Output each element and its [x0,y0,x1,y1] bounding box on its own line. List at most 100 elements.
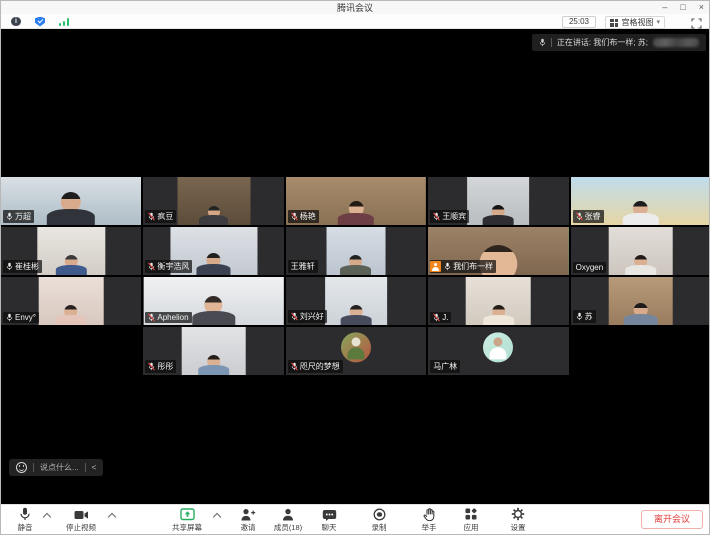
participant-tile[interactable]: 万超 [1,177,141,225]
mic-muted-icon [148,212,155,221]
mute-button[interactable]: 静音 [0,508,51,533]
participant-name: 疯豆 [157,211,173,222]
topbar: i 25:03 宫格视图 ▾ [1,14,709,29]
collapse-chat-button[interactable]: < [92,463,97,472]
participant-video [608,277,673,325]
apps-button[interactable]: 应用 [445,508,497,533]
participant-name: Envy° [15,313,36,322]
record-label: 录制 [372,522,387,533]
participant-name-chip: 咫尺的梦想 [288,360,343,373]
participant-avatar [483,332,513,362]
share-screen-icon [180,508,195,521]
video-options-chevron[interactable] [108,513,116,521]
video-grid: 万超 疯豆 杨艳 王顺宾 张睿崔桂彬衡宇浩风 王雅轩我们布一样 Oxygen Envy° Aph… [1,177,710,375]
view-switch-button[interactable]: 宫格视图 ▾ [605,16,665,29]
security-shield-icon[interactable] [35,17,45,27]
apps-label: 应用 [464,522,479,533]
meeting-window: 腾讯会议 – □ × i 25:03 宫格视图 ▾ 正在讲话: 我们布一样; 苏… [0,0,710,535]
mute-label: 静音 [18,522,33,533]
mic-muted-icon [433,313,440,322]
participant-name-chip: Envy° [3,312,39,323]
participant-name-chip: 万超 [3,210,34,223]
mic-muted-icon [291,212,298,221]
participant-video [466,277,531,325]
participant-tile[interactable]: 彤彤 [143,327,283,375]
participant-name: 彤彤 [157,361,173,372]
record-button[interactable]: 录制 [353,508,405,533]
participant-video [181,327,246,375]
chat-button[interactable]: 聊天 [303,508,355,533]
participant-tile[interactable]: 王雅轩 [286,227,426,275]
participant-tile[interactable]: 咫尺的梦想 [286,327,426,375]
participant-tile[interactable]: 我们布一样 [428,227,568,275]
participant-avatar [341,332,371,362]
participant-tile[interactable]: 崔桂彬 [1,227,141,275]
participant-name-chip: Aphelion [145,312,191,323]
camera-icon [74,508,89,521]
share-options-chevron[interactable] [213,513,221,521]
participant-tile[interactable]: Oxygen [571,227,710,275]
participant-name: 苏 [585,311,593,322]
participant-video [608,227,673,275]
participant-name-chip: 彤彤 [145,360,176,373]
participant-tile[interactable]: 苏 [571,277,710,325]
fullscreen-button[interactable] [691,16,702,27]
close-button[interactable]: × [699,1,704,14]
mic-muted-icon [148,362,155,371]
participant-name-chip: 刘兴好 [288,310,327,323]
participant-video [327,227,386,275]
chat-label: 聊天 [322,522,337,533]
raise-hand-label: 举手 [422,522,437,533]
emoji-icon[interactable] [16,462,27,473]
invite-person-icon [240,508,256,521]
participant-name: 杨艳 [300,211,316,222]
invite-label: 邀请 [241,522,256,533]
participant-name: 衡宇浩风 [157,261,189,272]
maximize-button[interactable]: □ [680,1,685,14]
minimize-button[interactable]: – [662,1,667,14]
participant-tile[interactable]: 刘兴好 [286,277,426,325]
mic-muted-icon [433,212,440,221]
participant-name: Oxygen [576,263,604,272]
share-screen-button[interactable]: 共享屏幕 [161,508,213,533]
participant-tile[interactable]: J. [428,277,568,325]
participant-tile[interactable]: 王顺宾 [428,177,568,225]
participant-video [468,177,530,225]
mic-muted-icon [291,312,298,321]
participant-name-chip: 苏 [573,310,596,323]
participant-name-chip: 衡宇浩风 [145,260,192,273]
participant-name-chip: J. [430,312,451,323]
participant-name: 张睿 [585,211,601,222]
participant-tile[interactable]: 张睿 [571,177,710,225]
chat-bubble-icon [322,508,337,521]
stop-video-button[interactable]: 停止视频 [55,508,107,533]
stop-video-label: 停止视频 [66,522,96,533]
participant-tile[interactable]: 杨艳 [286,177,426,225]
chat-input-placeholder[interactable]: 说点什么... [40,462,79,473]
participant-tile[interactable]: 衡宇浩风 [143,227,283,275]
chevron-down-icon: ▾ [656,19,660,27]
record-icon [373,508,386,521]
divider [33,463,34,472]
meeting-info-icon[interactable]: i [11,17,21,26]
raise-hand-icon [423,508,436,521]
gear-icon [511,508,525,521]
view-switch-label: 宫格视图 [621,17,653,28]
network-signal-icon[interactable] [59,18,71,26]
mic-muted-icon [291,362,298,371]
leave-meeting-button[interactable]: 离开会议 [641,510,703,529]
members-label: 成员(18) [274,522,302,533]
participant-tile[interactable]: Aphelion [143,277,283,325]
speaking-banner: 正在讲话: 我们布一样; 苏; [532,34,706,51]
participant-name-chip: 我们布一样 [430,260,496,273]
participant-tile[interactable]: 疯豆 [143,177,283,225]
chat-quick-bar[interactable]: 说点什么... < [9,459,103,476]
participant-name-chip: 王顺宾 [430,210,469,223]
grid-view-icon [610,19,618,27]
participant-name: 万超 [15,211,31,222]
titlebar: 腾讯会议 – □ × [1,1,709,14]
participant-tile[interactable]: Envy° [1,277,141,325]
host-badge [430,261,441,272]
participant-tile[interactable]: 马广林 [428,327,568,375]
settings-button[interactable]: 设置 [492,508,544,533]
